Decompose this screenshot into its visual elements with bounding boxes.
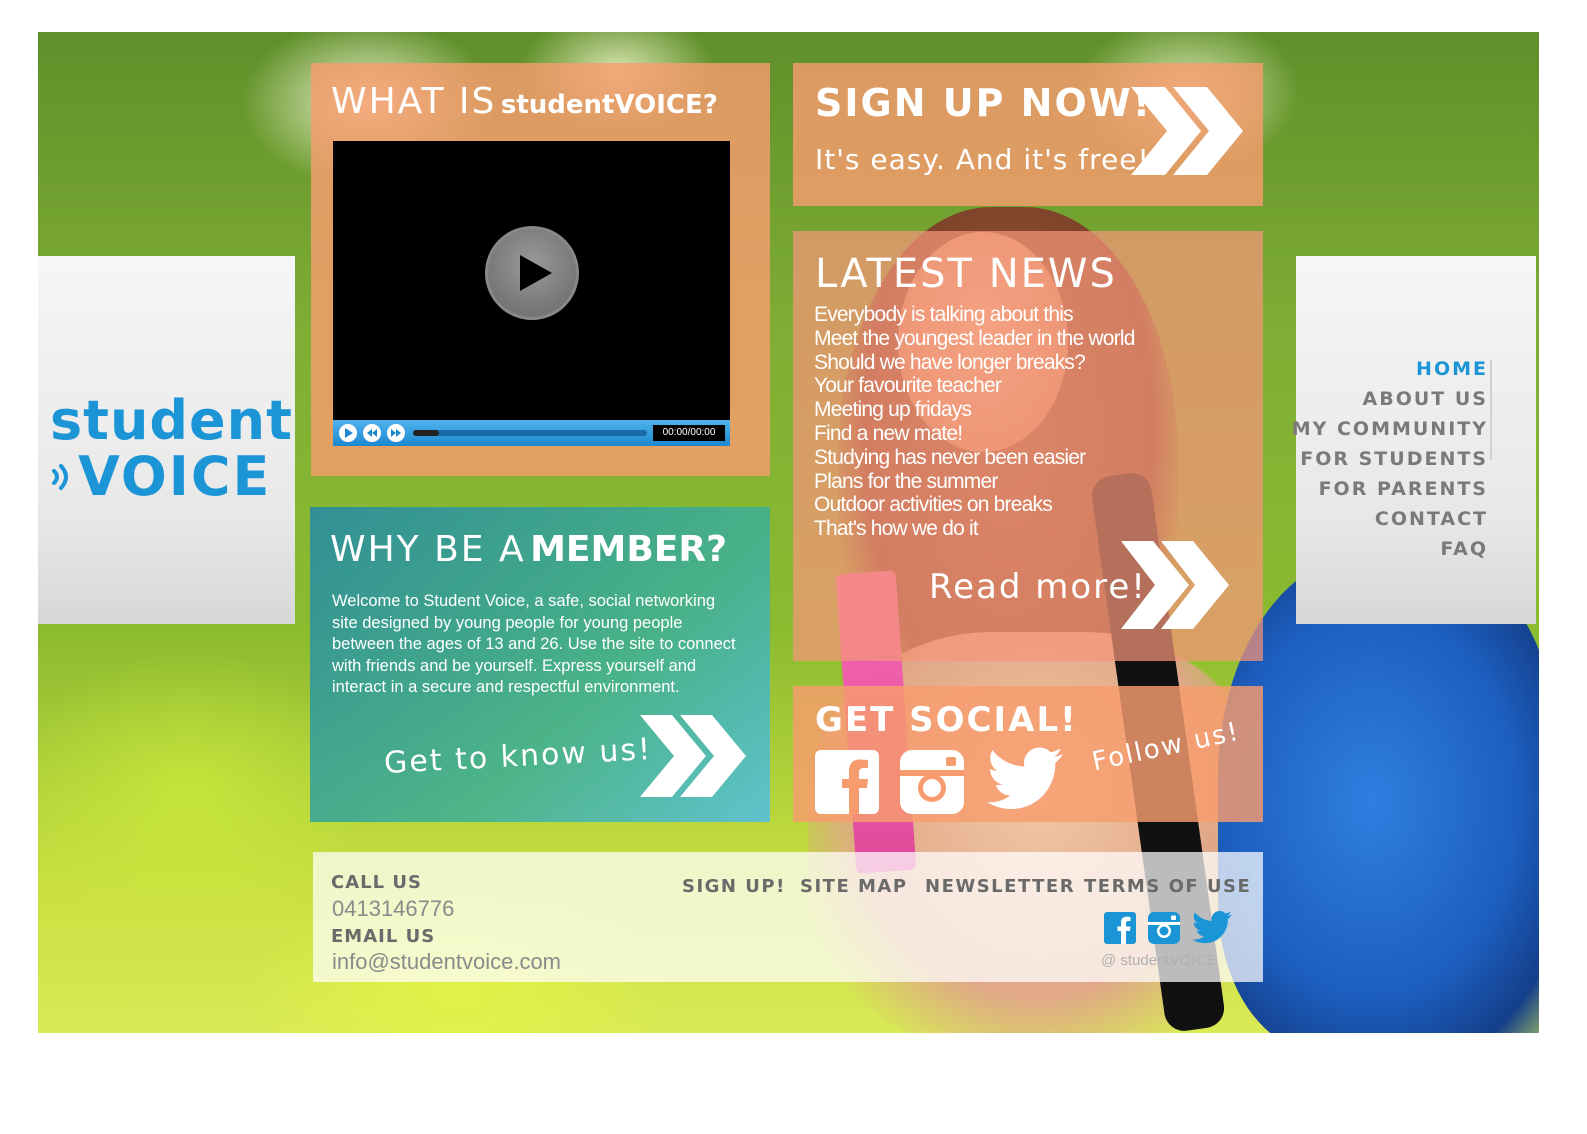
footer-facebook-link[interactable]	[1104, 912, 1136, 944]
get-social-heading: GET SOCIAL!	[815, 700, 1078, 740]
news-item[interactable]: Find a new mate!	[814, 422, 1244, 446]
logo-box: student VOICE	[38, 256, 295, 624]
instagram-link[interactable]	[900, 750, 964, 814]
nav-item-faq[interactable]: FAQ	[1288, 534, 1488, 564]
nav-item-home[interactable]: HOME	[1288, 354, 1488, 384]
follow-us-label: Follow us!	[1089, 716, 1243, 778]
signup-panel[interactable]: SIGN UP NOW! It's easy. And it's free!	[793, 63, 1263, 206]
double-chevron-icon	[1121, 541, 1229, 629]
news-item[interactable]: Plans for the summer	[814, 470, 1244, 494]
video-rewind-button[interactable]	[363, 424, 381, 442]
video-seek-fill	[413, 430, 439, 436]
logo[interactable]: student VOICE	[50, 389, 293, 504]
why-member-body: Welcome to Student Voice, a safe, social…	[332, 592, 736, 696]
email-us-label: EMAIL US	[331, 926, 436, 947]
nav-box: HOME ABOUT US MY COMMUNITY FOR STUDENTS FOR …	[1292, 256, 1536, 624]
phone-number[interactable]: 0413146776	[332, 896, 454, 922]
what-is-heading: WHAT IS studentVOICE?	[331, 81, 718, 122]
news-item[interactable]: Meeting up fridays	[814, 398, 1244, 422]
nav-divider	[1490, 360, 1492, 460]
facebook-link[interactable]	[815, 750, 879, 814]
play-button[interactable]	[485, 226, 579, 320]
logo-line-2: VOICE	[78, 445, 272, 508]
social-handle: @ studentVOICE	[1101, 952, 1217, 969]
get-to-know-us-link[interactable]: Get to know us!	[380, 715, 760, 807]
footer-link-sign-up[interactable]: SIGN UP!	[682, 876, 786, 897]
play-icon	[520, 255, 552, 291]
call-us-label: CALL US	[331, 872, 422, 893]
video-seek-bar[interactable]	[413, 430, 647, 436]
facebook-icon	[815, 750, 879, 814]
twitter-icon	[1192, 910, 1232, 944]
why-member-heading: WHY BE A MEMBER?	[330, 529, 727, 570]
play-small-icon	[345, 428, 353, 438]
news-item[interactable]: Should we have longer breaks?	[814, 351, 1244, 375]
twitter-link[interactable]	[985, 746, 1065, 814]
instagram-icon	[900, 750, 964, 814]
fast-forward-icon	[391, 429, 401, 437]
footer: CALL US 0413146776 EMAIL US info@student…	[313, 852, 1263, 982]
get-to-know-us-label: Get to know us!	[383, 732, 653, 781]
signup-heading: SIGN UP NOW!	[815, 81, 1153, 125]
what-is-heading-prefix: WHAT IS	[331, 81, 497, 122]
video-forward-button[interactable]	[387, 424, 405, 442]
main-nav: HOME ABOUT US MY COMMUNITY FOR STUDENTS FOR …	[1288, 354, 1488, 564]
sound-wave-icon	[52, 464, 68, 490]
twitter-icon	[987, 747, 1063, 809]
facebook-icon	[1104, 912, 1136, 944]
news-list: Everybody is talking about this Meet the …	[814, 303, 1244, 541]
signup-subtext: It's easy. And it's free!	[815, 143, 1150, 176]
double-chevron-icon	[640, 715, 746, 797]
instagram-icon	[1148, 912, 1180, 944]
footer-link-site-map[interactable]: SITE MAP	[800, 876, 908, 897]
nav-item-about-us[interactable]: ABOUT US	[1288, 384, 1488, 414]
latest-news-heading: LATEST NEWS	[815, 251, 1117, 297]
news-item[interactable]: Outdoor activities on breaks	[814, 493, 1244, 517]
news-item[interactable]: Studying has never been easier	[814, 446, 1244, 470]
nav-item-for-students[interactable]: FOR STUDENTS	[1288, 444, 1488, 474]
double-chevron-icon	[1131, 87, 1243, 175]
rewind-icon	[367, 429, 377, 437]
footer-twitter-link[interactable]	[1191, 910, 1233, 946]
read-more-link[interactable]: Read more!	[923, 537, 1243, 637]
why-member-heading-strong: MEMBER?	[530, 529, 727, 570]
video-play-button[interactable]	[339, 424, 357, 442]
nav-item-for-parents[interactable]: FOR PARENTS	[1288, 474, 1488, 504]
logo-line-2-wrap: VOICE	[50, 450, 290, 504]
why-member-panel: WHY BE A MEMBER? Welcome to Student Voic…	[310, 507, 770, 822]
logo-line-1: student	[50, 389, 293, 452]
news-item[interactable]: Your favourite teacher	[814, 374, 1244, 398]
nav-item-my-community[interactable]: MY COMMUNITY	[1288, 414, 1488, 444]
get-social-panel: GET SOCIAL! Follow us!	[793, 686, 1263, 822]
latest-news-panel: LATEST NEWS Everybody is talking about t…	[793, 231, 1263, 661]
footer-link-terms[interactable]: TERMS OF USE	[1084, 876, 1251, 897]
footer-link-newsletter[interactable]: NEWSLETTER	[925, 876, 1075, 897]
footer-instagram-link[interactable]	[1148, 912, 1180, 944]
email-link[interactable]: info@studentvoice.com	[332, 949, 561, 975]
video-controls: 00:00/00:00	[333, 420, 730, 446]
news-item[interactable]: Meet the youngest leader in the world	[814, 327, 1244, 351]
why-member-heading-prefix: WHY BE A	[330, 529, 526, 570]
photo-backpack	[1218, 552, 1539, 1033]
video-player[interactable]: 00:00/00:00	[333, 141, 730, 446]
video-time: 00:00/00:00	[653, 425, 725, 441]
news-item[interactable]: Everybody is talking about this	[814, 303, 1244, 327]
what-is-heading-brand: studentVOICE?	[500, 90, 718, 120]
nav-item-contact[interactable]: CONTACT	[1288, 504, 1488, 534]
